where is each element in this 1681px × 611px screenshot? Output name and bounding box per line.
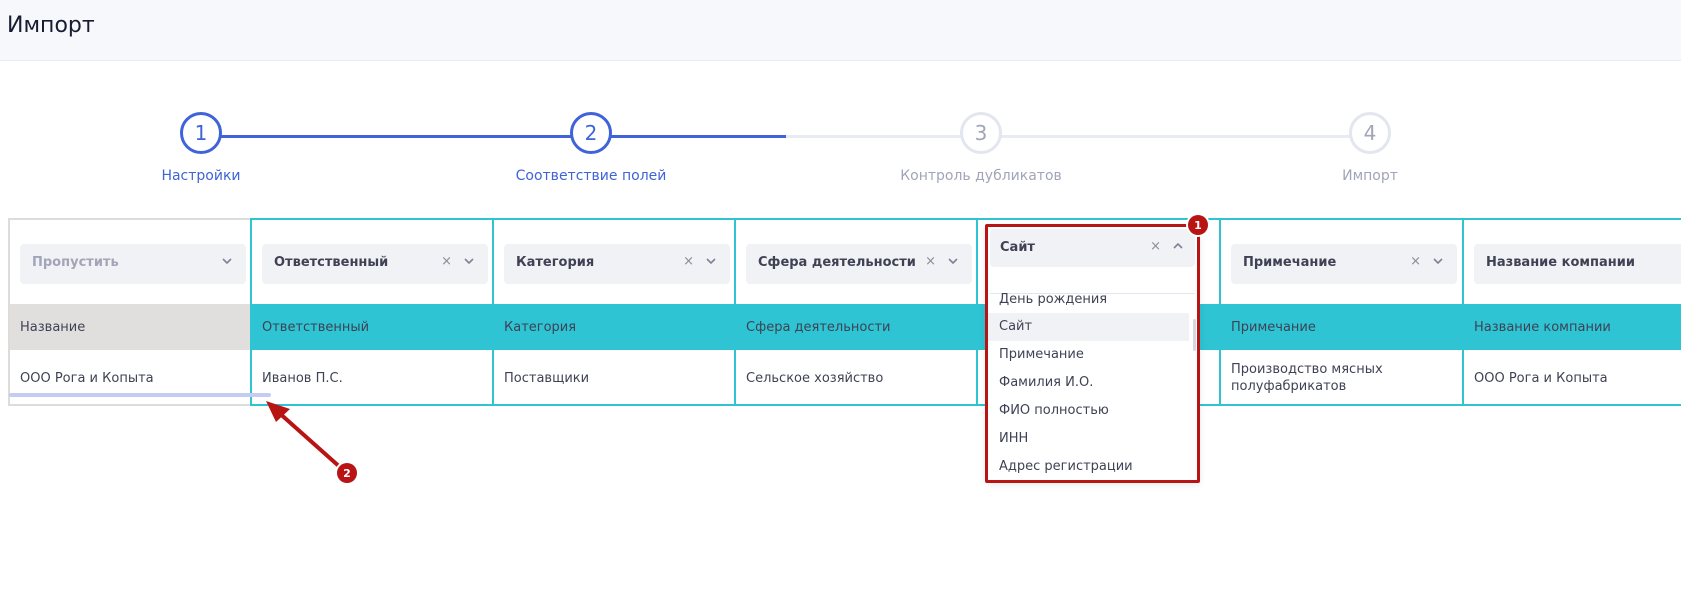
annotation-arrow	[266, 401, 343, 470]
annotation-badge: 2	[337, 463, 357, 483]
